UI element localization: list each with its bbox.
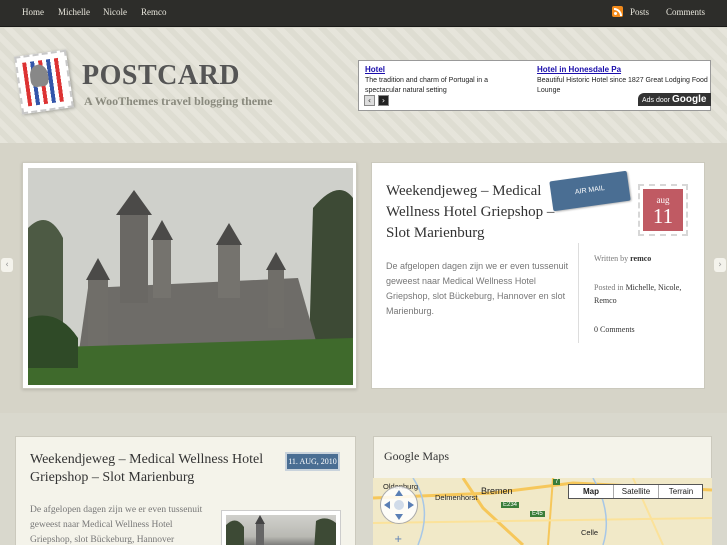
nav-comments-feed[interactable]: Comments	[666, 7, 705, 17]
ad-title-1[interactable]: Hotel	[365, 65, 385, 74]
map-road-e45: E45	[530, 511, 545, 517]
map-city-bremen: Bremen	[481, 486, 513, 496]
post-date-badge: 11. AUG, 2010	[285, 452, 340, 471]
site-title[interactable]: POSTCARD	[82, 60, 240, 92]
thumbnail-castle	[226, 515, 336, 545]
castle-illustration	[28, 168, 353, 385]
date-stamp: aug 11	[638, 184, 688, 236]
zoom-in-icon[interactable]: +	[394, 534, 402, 545]
map-city-delmenhorst: Delmenhorst	[435, 493, 478, 502]
comments-link[interactable]: 0 Comments	[594, 323, 635, 336]
nav-remco[interactable]: Remco	[141, 7, 167, 17]
map-road-7: 7	[553, 479, 561, 485]
rss-icon[interactable]	[612, 6, 623, 17]
ads-by-google[interactable]: Ads door Google	[638, 93, 711, 106]
meta-divider	[578, 243, 579, 343]
ads-by-label: Ads door	[642, 97, 671, 104]
castle-photo[interactable]	[28, 168, 353, 385]
map-city-celle: Celle	[581, 528, 599, 537]
featured-image-frame[interactable]	[22, 162, 357, 389]
slider-prev-button[interactable]: ‹	[1, 258, 13, 272]
written-by-label: Written by	[594, 254, 629, 263]
date-stamp-inner: aug 11	[643, 189, 683, 231]
slider-next-button[interactable]: ›	[714, 258, 726, 272]
post-thumbnail[interactable]	[226, 515, 336, 545]
nav-nicole[interactable]: Nicole	[103, 7, 127, 17]
site-tagline: A WooThemes travel blogging theme	[84, 94, 273, 108]
date-day: 11	[652, 204, 674, 228]
map-type-satellite-button[interactable]: Satellite	[614, 485, 659, 498]
ad-next-button[interactable]: ›	[378, 95, 389, 106]
author-link[interactable]: remco	[630, 254, 651, 263]
map-type-terrain-button[interactable]: Terrain	[659, 485, 703, 498]
featured-post-excerpt: De afgelopen dagen zijn we er even tusse…	[386, 261, 569, 316]
nav-posts-feed[interactable]: Posts	[630, 7, 649, 17]
post-thumbnail-frame[interactable]	[221, 510, 341, 545]
written-by: Written by remco	[594, 252, 651, 265]
nav-home[interactable]: Home	[22, 7, 44, 17]
posted-in: Posted in Michelle, Nicole, Remco	[594, 281, 694, 307]
maps-title: Google Maps	[384, 449, 449, 463]
post-excerpt: De afgelopen dagen zijn we er even tusse…	[30, 505, 203, 545]
post-title[interactable]: Weekendjeweg – Medical Wellness Hotel Gr…	[30, 451, 280, 487]
map-type-control: Map Satellite Terrain	[568, 484, 703, 499]
pan-arrows-icon	[384, 490, 414, 520]
nav-michelle[interactable]: Michelle	[58, 7, 90, 17]
featured-post-title[interactable]: Weekendjeweg – Medical Wellness Hotel Gr…	[386, 181, 556, 244]
top-navigation: Home Michelle Nicole Remco Posts Comment…	[0, 0, 727, 27]
ad-desc-1: The tradition and charm of Portugal in a…	[365, 77, 488, 94]
google-brand: Google	[671, 94, 707, 105]
map-type-map-button[interactable]: Map	[569, 485, 614, 498]
ad-title-2[interactable]: Hotel in Honesdale Pa	[537, 65, 621, 74]
posted-in-label: Posted in	[594, 283, 624, 292]
map-pan-control[interactable]	[380, 486, 418, 524]
logo-stamp-icon[interactable]	[14, 49, 74, 115]
ad-prev-button[interactable]: ‹	[364, 95, 375, 106]
map-road-e234: E234	[501, 502, 520, 508]
